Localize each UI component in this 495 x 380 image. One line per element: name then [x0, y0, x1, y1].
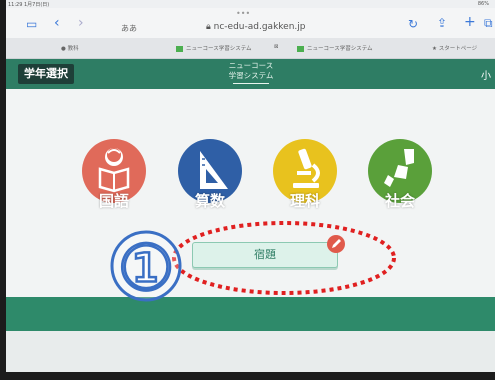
step-number: ①: [117, 232, 174, 306]
device-screen: 11:29 1月7日(日) 86% ••• ▭ ‹ › ああ 🔒︎ nc-edu…: [6, 0, 495, 372]
red-dotted-ellipse: [172, 221, 396, 295]
annotation-overlay: ①: [110, 221, 396, 307]
